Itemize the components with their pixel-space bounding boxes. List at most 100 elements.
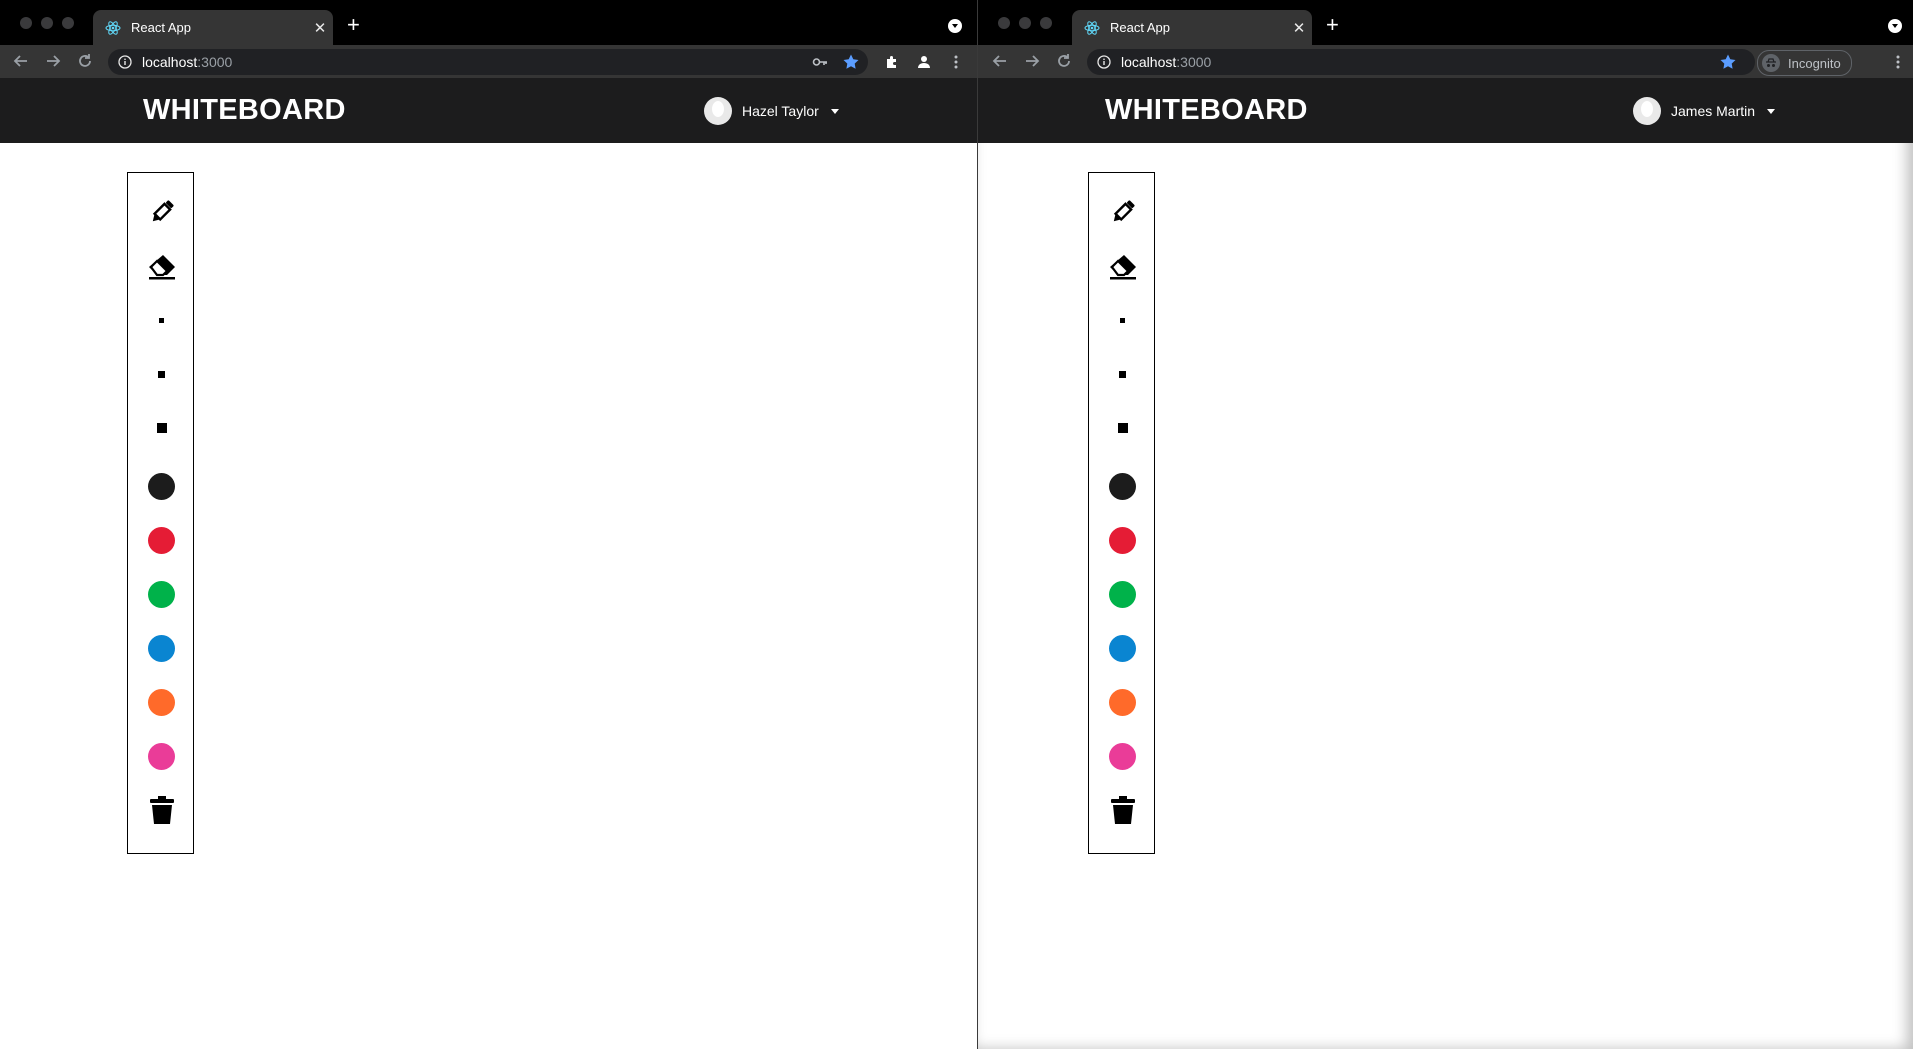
new-tab-button[interactable]: + [1326, 14, 1339, 36]
bookmark-star-icon[interactable] [841, 52, 861, 72]
incognito-icon [1762, 54, 1780, 72]
window-controls [998, 17, 1052, 29]
tab-search-icon[interactable] [948, 19, 962, 33]
color-blue[interactable] [1089, 635, 1156, 662]
tab-strip: React App ✕ + [978, 0, 1913, 45]
close-tab-icon[interactable]: ✕ [1286, 19, 1312, 37]
brush-size-medium[interactable] [1089, 371, 1156, 378]
close-window-button[interactable] [998, 17, 1010, 29]
chevron-down-icon [1767, 108, 1776, 114]
address-bar[interactable]: localhost:3000 [108, 49, 868, 75]
color-swatch-black [1109, 473, 1136, 500]
avatar [1633, 97, 1661, 125]
app-header: WHITEBOARD James Martin [978, 78, 1913, 143]
tab-strip: React App ✕ + [0, 0, 977, 45]
color-swatch-red [148, 527, 175, 554]
color-swatch-orange [148, 689, 175, 716]
maximize-window-button[interactable] [1040, 17, 1052, 29]
close-tab-icon[interactable]: ✕ [307, 19, 333, 37]
address-bar[interactable]: localhost:3000 [1087, 49, 1755, 75]
tab-title: React App [131, 20, 191, 35]
minimize-window-button[interactable] [41, 17, 53, 29]
browser-window-right: React App ✕ + localhost:3000 Incognito … [978, 0, 1913, 1049]
pencil-icon [1113, 200, 1135, 222]
pencil-icon [152, 200, 174, 222]
brush-size-medium-icon [1119, 371, 1126, 378]
user-name: James Martin [1671, 103, 1756, 119]
color-red[interactable] [128, 527, 195, 554]
eraser-tool[interactable] [128, 253, 195, 281]
brush-size-small[interactable] [128, 318, 195, 323]
forward-icon[interactable] [43, 51, 63, 71]
window-controls [20, 17, 74, 29]
tab-title: React App [1110, 20, 1170, 35]
brush-size-large[interactable] [1089, 423, 1156, 433]
color-pink[interactable] [1089, 743, 1156, 770]
trash-icon [149, 796, 174, 824]
app-title: WHITEBOARD [1105, 94, 1308, 126]
forward-icon[interactable] [1022, 51, 1042, 71]
react-favicon-icon [105, 20, 121, 35]
react-favicon-icon [1084, 20, 1100, 35]
browser-toolbar: localhost:3000 [0, 45, 977, 78]
minimize-window-button[interactable] [1019, 17, 1031, 29]
color-pink[interactable] [128, 743, 195, 770]
color-black[interactable] [1089, 473, 1156, 500]
tool-palette [1088, 172, 1155, 854]
app-title: WHITEBOARD [143, 94, 346, 126]
brush-size-large-icon [156, 423, 167, 433]
new-tab-button[interactable]: + [347, 14, 360, 36]
key-icon[interactable] [810, 52, 830, 72]
brush-size-small-icon [159, 318, 164, 323]
app-header: WHITEBOARD Hazel Taylor [0, 78, 977, 143]
brush-size-medium-icon [158, 371, 165, 378]
pencil-tool[interactable] [128, 197, 195, 227]
back-icon[interactable] [990, 51, 1010, 71]
brush-size-small[interactable] [1089, 318, 1156, 323]
user-menu[interactable]: Hazel Taylor [704, 97, 839, 125]
browser-tab[interactable]: React App ✕ [1072, 10, 1312, 45]
color-swatch-pink [1109, 743, 1136, 770]
browser-menu-icon[interactable] [946, 52, 966, 72]
incognito-label: Incognito [1788, 55, 1841, 71]
color-blue[interactable] [128, 635, 195, 662]
color-black[interactable] [128, 473, 195, 500]
site-info-icon[interactable] [1097, 55, 1111, 69]
maximize-window-button[interactable] [62, 17, 74, 29]
back-icon[interactable] [11, 51, 31, 71]
user-menu[interactable]: James Martin [1633, 97, 1776, 125]
profile-icon[interactable] [914, 52, 934, 72]
color-red[interactable] [1089, 527, 1156, 554]
tool-palette [127, 172, 194, 854]
color-swatch-blue [1109, 635, 1136, 662]
pencil-tool[interactable] [1089, 197, 1156, 227]
color-swatch-green [148, 581, 175, 608]
url-host: localhost [142, 54, 198, 70]
color-green[interactable] [1089, 581, 1156, 608]
bookmark-star-icon[interactable] [1718, 52, 1738, 72]
browser-window-left: React App ✕ + localhost:3000 WHITEBOARD… [0, 0, 978, 1049]
clear-board-button[interactable] [128, 795, 195, 825]
color-orange[interactable] [1089, 689, 1156, 716]
reload-icon[interactable] [75, 51, 95, 71]
eraser-tool[interactable] [1089, 253, 1156, 281]
extensions-icon[interactable] [882, 52, 902, 72]
color-orange[interactable] [128, 689, 195, 716]
browser-toolbar: localhost:3000 Incognito [978, 45, 1913, 78]
brush-size-medium[interactable] [128, 371, 195, 378]
color-green[interactable] [128, 581, 195, 608]
color-swatch-green [1109, 581, 1136, 608]
clear-board-button[interactable] [1089, 795, 1156, 825]
color-swatch-orange [1109, 689, 1136, 716]
tab-search-icon[interactable] [1888, 19, 1902, 33]
brush-size-large[interactable] [128, 423, 195, 433]
site-info-icon[interactable] [118, 55, 132, 69]
chevron-down-icon [830, 108, 839, 114]
desktop: React App ✕ + localhost:3000 WHITEBOARD… [0, 0, 1913, 1049]
close-window-button[interactable] [20, 17, 32, 29]
url-host: localhost [1121, 54, 1177, 70]
reload-icon[interactable] [1054, 51, 1074, 71]
incognito-indicator[interactable]: Incognito [1757, 50, 1852, 76]
browser-tab[interactable]: React App ✕ [93, 10, 333, 45]
browser-menu-icon[interactable] [1888, 52, 1908, 72]
